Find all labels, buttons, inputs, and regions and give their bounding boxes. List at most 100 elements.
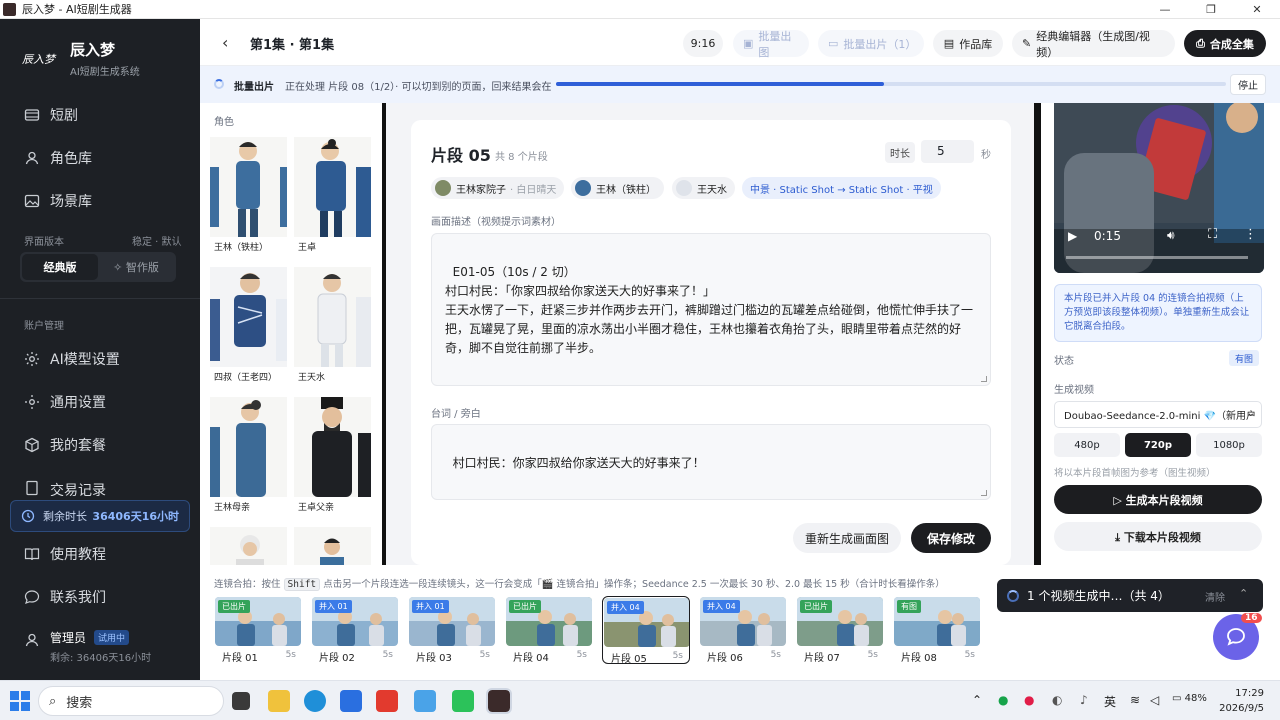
film-thumb[interactable]: 并入 01 片段 03 5s [408,596,496,664]
sidebar-item-ai-model[interactable]: AI模型设置 [0,339,200,379]
minimize-button[interactable]: — [1142,0,1188,19]
wps-icon[interactable] [376,690,398,712]
resolution-1080p[interactable]: 1080p [1196,433,1262,457]
character-card[interactable]: 王天水 [294,267,371,390]
film-thumb[interactable]: 并入 01 片段 02 5s [311,596,399,664]
battery-indicator[interactable]: ▭ 48% [1172,693,1207,704]
sidebar-item-plan[interactable]: 我的套餐 [0,425,200,465]
generate-segment-video-button[interactable]: ▷ 生成本片段视频 [1054,485,1262,514]
character-card[interactable]: 四叔（王老四） [210,267,287,390]
dialogue-textarea[interactable]: 村口村民：你家四叔给你家送天大的好事来了！ [431,424,991,500]
chevron-up-icon[interactable]: ⌃ [1239,587,1248,600]
classic-editor-button[interactable]: ✎ 经典编辑器（生成图/视频） [1012,30,1175,59]
design-tool-icon[interactable] [414,690,436,712]
description-textarea[interactable]: E01-05（10s / 2 切） 村口村民：「你家四叔给你家送天大的好事来了！… [431,233,991,386]
film-tag: 有图 [897,600,921,613]
progress-fill [556,82,885,86]
chevron-up-icon[interactable]: ⌃ [972,693,982,707]
input-method[interactable]: 英 [1104,693,1116,710]
film-thumb[interactable]: 有图 片段 08 5s [893,596,981,664]
download-segment-video-button[interactable]: ⤓ 下载本片段视频 [1054,522,1262,551]
aspect-ratio-button[interactable]: 9:16 [683,30,723,57]
character-card[interactable] [210,527,287,565]
wifi-icon[interactable]: ≋ [1130,693,1140,707]
microphone-icon[interactable]: ♪ [1080,693,1088,707]
wechat-icon[interactable]: ● [998,693,1008,707]
batch-clip-label: 批量出片（1） [843,37,917,51]
model-select[interactable]: Doubao-Seedance-2.0-mini 💎（新用户 ⌄ [1054,401,1262,428]
classic-version-tab[interactable]: 经典版 [22,254,98,280]
user-profile[interactable]: 管理员 试用中 剩余: 36406天16小时 [24,629,151,664]
film-thumb[interactable]: 并入 04 片段 05 5s [602,596,690,664]
scene-chip[interactable]: 王林家院子 · 白日晴天 [431,177,565,199]
sidebar-item-drama[interactable]: 短剧 [0,95,200,135]
film-thumb[interactable]: 并入 04 片段 06 5s [699,596,787,664]
sidebar-item-contact[interactable]: 联系我们 [0,577,200,617]
batch-clip-button[interactable]: ▭ 批量出片（1） [818,30,924,57]
character-card[interactable]: 王卓父亲 [294,397,371,520]
film-icon [24,107,40,123]
task-view-icon[interactable] [232,692,250,710]
film-thumb[interactable]: 已出片 片段 01 5s [214,596,302,664]
character-card[interactable]: 王林母亲 [210,397,287,520]
character-image [210,397,287,497]
character-chip[interactable]: 王林（铁柱） [571,177,664,199]
compose-all-button[interactable]: ⎙ 合成全集 [1184,30,1266,57]
windows-start-icon[interactable] [10,691,30,711]
sidebar-item-transactions[interactable]: 交易记录 [0,468,200,496]
save-button[interactable]: 保存修改 [911,523,991,553]
chat-bubble-icon [24,589,40,605]
back-icon[interactable]: ‹ [222,33,228,52]
more-options-icon[interactable]: ⋮ [1244,227,1257,242]
maximize-button[interactable]: ❐ [1188,0,1234,19]
sidebar-item-tutorial[interactable]: 使用教程 [0,534,200,574]
character-card[interactable]: 王卓 [294,137,371,260]
film-thumb[interactable]: 已出片 片段 04 5s [505,596,593,664]
ai-drama-app-icon[interactable] [486,688,512,714]
regenerate-image-button[interactable]: 重新生成画面图 [793,523,901,553]
app-icon-blue[interactable] [340,690,362,712]
batch-image-button[interactable]: ▣ 批量出图 [733,29,809,59]
resize-handle-icon[interactable] [981,376,987,382]
panel-divider[interactable] [1034,103,1041,565]
episode-title: 第1集 · 第1集 [250,38,335,53]
chat-app-icon[interactable] [452,690,474,712]
file-explorer-icon[interactable] [268,690,290,712]
film-thumb[interactable]: 已出片 片段 07 5s [796,596,884,664]
security-icon[interactable]: ◐ [1052,693,1062,707]
fullscreen-icon[interactable]: ⛶ [1208,227,1217,242]
smart-version-tab[interactable]: ✧ 智作版 [98,254,174,280]
character-card[interactable] [294,527,371,565]
batch-image-label: 批量出图 [758,29,792,59]
library-button[interactable]: ▤ 作品库 [933,30,1003,57]
window-titlebar: 辰入梦 - AI短剧生成器 — ❐ ✕ [0,0,1280,19]
duration-input[interactable]: 5 [921,140,974,163]
close-button[interactable]: ✕ [1234,0,1280,19]
character-name: 王卓 [298,243,317,253]
wps-tray-icon[interactable]: ● [1024,693,1034,707]
sidebar-item-general-settings[interactable]: 通用设置 [0,382,200,422]
taskbar-search[interactable]: ⌕ 搜索 [38,686,224,716]
version-label: 界面版本 [24,237,64,248]
character-image [294,137,371,237]
shot-chip[interactable]: 中景 · Static Shot → Static Shot · 平视 [742,177,941,199]
resize-handle-icon[interactable] [981,490,987,496]
film-name: 片段 01 [222,653,258,664]
segment-title: 片段 05 [431,146,491,165]
resolution-720p[interactable]: 720p [1125,433,1191,457]
taskbar-clock[interactable]: 17:29 2026/9/5 [1212,686,1264,716]
chat-fab[interactable]: 16 [1213,613,1262,660]
edge-browser-icon[interactable] [304,690,326,712]
volume-icon[interactable]: 🔊︎ [1167,228,1175,243]
video-seek-bar[interactable] [1066,256,1248,259]
speaker-icon[interactable]: ◁ [1150,693,1159,707]
character-card[interactable]: 王林（铁柱） [210,137,287,260]
sidebar-item-scenes[interactable]: 场景库 [0,181,200,221]
sidebar-item-characters[interactable]: 角色库 [0,138,200,178]
video-player[interactable]: ▶ 0:15 🔊︎ ⛶ ⋮ [1054,103,1264,273]
resolution-480p[interactable]: 480p [1054,433,1120,457]
stop-button[interactable]: 停止 [1230,74,1266,95]
character-chip[interactable]: 王天水 [672,177,735,199]
play-icon[interactable]: ▶ [1068,229,1077,243]
toast-clear-button[interactable]: 清除 [1205,589,1225,604]
